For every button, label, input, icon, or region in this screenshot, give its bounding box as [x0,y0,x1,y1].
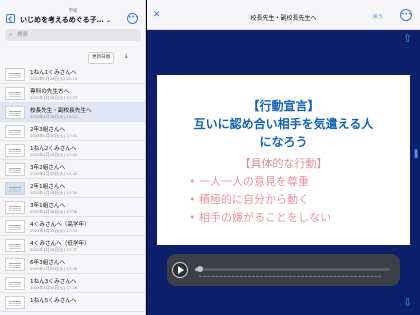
arrow-down-icon[interactable]: ⇩ [403,297,412,308]
list-item-date: 2025年1月28日(火) 17:40 [30,152,78,157]
sidebar-subtitle: 学校 [68,9,78,14]
list-item[interactable]: 校長先生・副校長先生へ 2025年1月28日(火) 13:01 [0,103,145,122]
list-item-date: 2025年1月28日(火) 17:36 [30,266,78,271]
audio-progress-track[interactable] [195,268,390,271]
card-heading: 【行動宣言】 [247,99,320,113]
list-item-date: 2025年1月28日(火) 17:37 [30,228,78,233]
more-icon[interactable]: ••• [127,13,139,24]
list-item-date: 2025年1月28日(火) 12:23 [30,95,78,100]
list-item-date: 2025年1月28日(火) 17:37 [30,247,78,252]
list-item-title: 3年1組さんへ [30,203,66,209]
list-item-title: 1ねん3くみさんへ [30,279,77,285]
list-item-date: 2025年1月28日(火) 12:14 [30,76,78,81]
main-topbar: ✕ 校長先生・副校長先生へ 戻う ••• [147,0,420,30]
main-pane: ✕ 校長先生・副校長先生へ 戻う ••• ⇧ 【行動宣言】 互いに認め合い相手を… [147,0,420,315]
list-item[interactable]: 4くみさんへ（低学年） 2025年1月28日(火) 17:37 [0,236,145,255]
list-item-title: 校長先生・副校長先生へ [30,108,92,114]
list-item[interactable]: 3年1組さんへ 2025年1月28日(火) 17:38 [0,198,145,217]
search-placeholder: 検索 [17,32,29,38]
card-thumbnail [5,68,25,81]
list-item[interactable]: 2年3組さんへ 2025年1月28日(火) 17:41 [0,122,145,141]
sidebar-title[interactable]: いじめを考えるめぐる子… ⌄ [20,15,126,25]
sort-direction-icon[interactable]: ↓ [123,53,128,60]
list-item[interactable]: 6年3組さんへ 2025年1月28日(火) 17:36 [0,255,145,274]
list-item[interactable]: 1ねん2くみさんへ 2025年1月28日(火) 17:40 [0,141,145,160]
list-item-date: 2025年1月28日(火) 17:40 [30,171,78,176]
list-item-title: 1ねん2くみさんへ [30,146,77,152]
list-item[interactable]: 1ねん5くみさんへ [0,293,145,312]
card-thumbnail [5,125,25,138]
card-list: 1ねん1くみさんへ 2025年1月28日(火) 12:14 専科の先生方へ 2025年… [0,65,145,312]
card-thumbnail [5,239,25,252]
play-icon[interactable] [172,262,188,278]
list-item-title: 専科の先生方へ [30,89,70,95]
list-item-title: 3年2組さんへ [30,165,66,171]
card-thumbnail [5,220,25,233]
card-bullet: • 積極的に自分から動く [189,193,309,206]
list-item-title: 6年3組さんへ [30,260,66,266]
more-icon[interactable]: ••• [400,9,412,21]
list-item-date: 2025年1月28日(火) 17:38 [30,209,78,214]
card-thumbnail [5,144,25,157]
card-thumbnail [5,296,25,309]
list-item[interactable]: 3年2組さんへ 2025年1月28日(火) 17:40 [0,160,145,179]
sidebar-title-text: いじめを考えるめぐる子… [20,16,104,24]
scroll-handle-icon[interactable]: ▐ [412,150,417,158]
audio-player: ▂▂▂▂▂▂▂▂▂▂▂▂▂▂▂▂▂▂▂▂▂▂▂▂▂▂▂▂▂▂▂▂▂▂▂▂▂▂▂▂… [167,254,400,286]
arrow-up-icon[interactable]: ⇧ [403,33,412,44]
list-item-date: 2025年1月28日(火) 13:01 [30,114,78,119]
sort-dropdown[interactable]: 更新日順 [88,52,114,64]
card-thumbnail [5,163,25,176]
list-item-title: 4くみさんへ（低学年） [30,241,90,247]
return-button[interactable]: 戻う [373,13,383,20]
list-item-date: 2025年1月28日(火) 17:39 [30,190,78,195]
list-item[interactable]: 専科の先生方へ 2025年1月28日(火) 12:23 [0,84,145,103]
card-subheading: 【具体的な行動】 [239,157,328,170]
card-thumbnail [5,87,25,100]
list-item[interactable]: 1ねん3くみさんへ 2025年1月28日(火) 17:36 [0,274,145,293]
chevron-down-icon: ⌄ [106,17,112,24]
sort-control[interactable]: 更新日順 ↓ [88,52,128,64]
search-icon: ⌕ [9,31,13,38]
card-heading-line-3: になろう [259,135,308,149]
list-item-title: 1ねん5くみさんへ [30,298,77,304]
card-bullet: • 一人一人の意見を尊重 [189,175,309,188]
list-item-title: 2年1組さんへ [30,184,66,190]
list-item[interactable]: 4くみさんへ（高学年） 2025年1月28日(火) 17:37 [0,217,145,236]
list-item-title: 1ねん1くみさんへ [30,70,77,76]
slide-card: 【行動宣言】 互いに認め合い相手を気遣える人 になろう 【具体的な行動】 • 一… [157,75,410,245]
sidebar-header: 学校 いじめを考えるめぐる子… ⌄ ••• [0,8,145,28]
audio-waveform: ▂▂▂▂▂▂▂▂▂▂▂▂▂▂▂▂▂▂▂▂▂▂▂▂▂▂▂▂▂▂▂▂▂▂▂▂▂▂▂▂… [199,272,383,277]
search-input[interactable]: ⌕ 検索 [5,29,141,41]
sidebar: 学校 いじめを考えるめぐる子… ⌄ ••• ⌕ 検索 更新日順 ↓ 1ねん1くみ… [0,0,146,315]
card-thumbnail [5,201,25,214]
list-item[interactable]: 2年1組さんへ 2025年1月28日(火) 17:39 [0,179,145,198]
list-item-date: 2025年1月28日(火) 17:41 [30,133,78,138]
list-item-title: 2年3組さんへ [30,127,66,133]
card-thumbnail [5,277,25,290]
card-thumbnail [5,106,25,119]
back-icon[interactable] [6,14,15,23]
list-item-date: 2025年1月28日(火) 17:36 [30,285,78,290]
list-item-title: 4くみさんへ（高学年） [30,222,90,228]
card-thumbnail [5,258,25,271]
card-thumbnail [5,182,25,195]
card-heading-line-2: 互いに認め合い相手を気遣える人 [193,117,374,131]
card-bullet: • 相手の嫌がることをしない [189,211,331,224]
list-item[interactable]: 1ねん1くみさんへ 2025年1月28日(火) 12:14 [0,65,145,84]
